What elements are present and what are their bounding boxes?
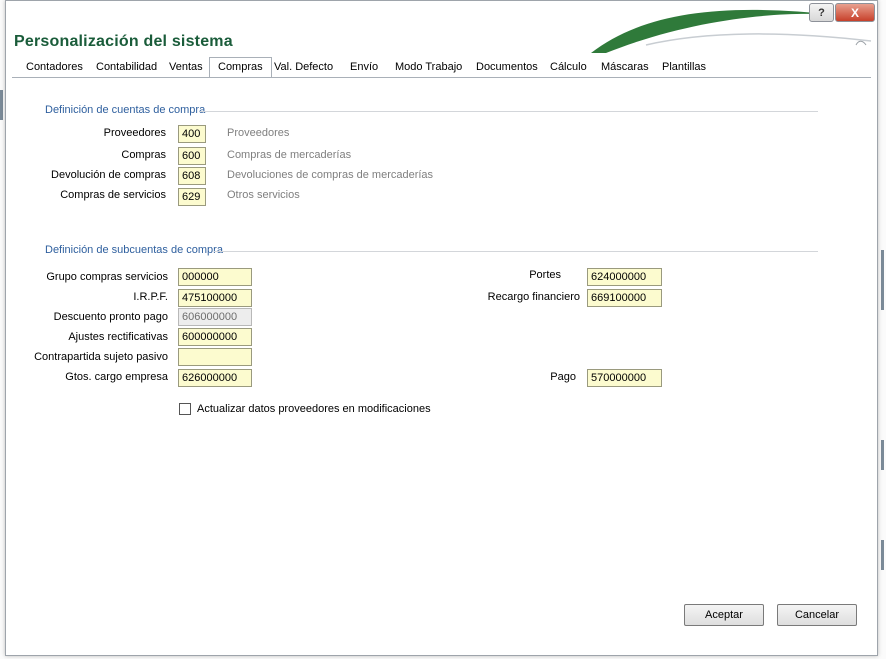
field-descuento-pronto-pago: 606000000 bbox=[178, 308, 252, 326]
desc-proveedores: Proveedores bbox=[227, 127, 290, 139]
background-window-edge bbox=[881, 540, 884, 570]
background-window-edge bbox=[881, 250, 884, 310]
field-compras-servicios[interactable]: 629 bbox=[178, 188, 206, 206]
label-pago: Pago bbox=[550, 371, 576, 383]
label-compras: Compras bbox=[121, 149, 166, 161]
label-grupo-compras-servicios: Grupo compras servicios bbox=[46, 271, 168, 283]
label-portes: Portes bbox=[529, 269, 561, 281]
tab-documentos[interactable]: Documentos bbox=[476, 61, 538, 73]
label-irpf: I.R.P.F. bbox=[133, 291, 168, 303]
label-compras-servicios: Compras de servicios bbox=[60, 189, 166, 201]
field-ajustes-rectificativas[interactable]: 600000000 bbox=[178, 328, 252, 346]
label-recargo-financiero: Recargo financiero bbox=[487, 291, 580, 303]
section-divider bbox=[214, 251, 818, 252]
tab-compras[interactable]: Compras bbox=[209, 57, 272, 77]
desc-compras-servicios: Otros servicios bbox=[227, 189, 300, 201]
field-contrapartida-sujeto-pasivo[interactable] bbox=[178, 348, 252, 366]
tab-ventas[interactable]: Ventas bbox=[169, 61, 203, 73]
field-gtos-cargo-empresa[interactable]: 626000000 bbox=[178, 369, 252, 387]
background-window-edge bbox=[0, 90, 3, 120]
section-title-cuentas: Definición de cuentas de compra bbox=[45, 104, 206, 116]
background-window-edge bbox=[881, 440, 884, 470]
field-devolucion-compras[interactable]: 608 bbox=[178, 167, 206, 185]
checkbox-label: Actualizar datos proveedores en modifica… bbox=[197, 403, 431, 415]
field-pago[interactable]: 570000000 bbox=[587, 369, 662, 387]
label-gtos-cargo-empresa: Gtos. cargo empresa bbox=[65, 371, 168, 383]
cancel-button[interactable]: Cancelar bbox=[777, 604, 857, 626]
field-grupo-compras-servicios[interactable]: 000000 bbox=[178, 268, 252, 286]
tab-envio[interactable]: Envío bbox=[350, 61, 378, 73]
tab-mascaras[interactable]: Máscaras bbox=[601, 61, 649, 73]
label-proveedores: Proveedores bbox=[103, 127, 166, 139]
label-descuento-pronto-pago: Descuento pronto pago bbox=[53, 311, 168, 323]
tab-plantillas[interactable]: Plantillas bbox=[662, 61, 706, 73]
window-title: Personalización del sistema bbox=[14, 33, 233, 50]
desc-devolucion-compras: Devoluciones de compras de mercaderías bbox=[227, 169, 434, 181]
tab-contabilidad[interactable]: Contabilidad bbox=[96, 61, 157, 73]
help-button[interactable]: ? bbox=[809, 3, 834, 22]
tab-contadores[interactable]: Contadores bbox=[26, 61, 83, 73]
checkbox-actualizar-proveedores[interactable] bbox=[179, 403, 191, 415]
field-portes[interactable]: 624000000 bbox=[587, 268, 662, 286]
field-compras[interactable]: 600 bbox=[178, 147, 206, 165]
tab-bar: Contadores Contabilidad Ventas Compras V… bbox=[12, 57, 871, 77]
tab-divider bbox=[12, 77, 871, 78]
settings-dialog: Personalización del sistema ? X Contador… bbox=[5, 0, 878, 656]
field-irpf[interactable]: 475100000 bbox=[178, 289, 252, 307]
label-contrapartida-sujeto-pasivo: Contrapartida sujeto pasivo bbox=[34, 351, 168, 363]
brand-swoosh-decoration bbox=[591, 9, 872, 53]
field-proveedores[interactable]: 400 bbox=[178, 125, 206, 143]
accept-button[interactable]: Aceptar bbox=[684, 604, 764, 626]
section-title-subcuentas: Definición de subcuentas de compra bbox=[45, 244, 223, 256]
label-ajustes-rectificativas: Ajustes rectificativas bbox=[68, 331, 168, 343]
section-divider bbox=[200, 111, 818, 112]
tab-modo-trabajo[interactable]: Modo Trabajo bbox=[395, 61, 462, 73]
label-devolucion-compras: Devolución de compras bbox=[51, 169, 166, 181]
tab-val-defecto[interactable]: Val. Defecto bbox=[274, 61, 333, 73]
tab-calculo[interactable]: Cálculo bbox=[550, 61, 587, 73]
desc-compras: Compras de mercaderías bbox=[227, 149, 352, 161]
field-recargo-financiero[interactable]: 669100000 bbox=[587, 289, 662, 307]
close-button[interactable]: X bbox=[835, 3, 875, 22]
